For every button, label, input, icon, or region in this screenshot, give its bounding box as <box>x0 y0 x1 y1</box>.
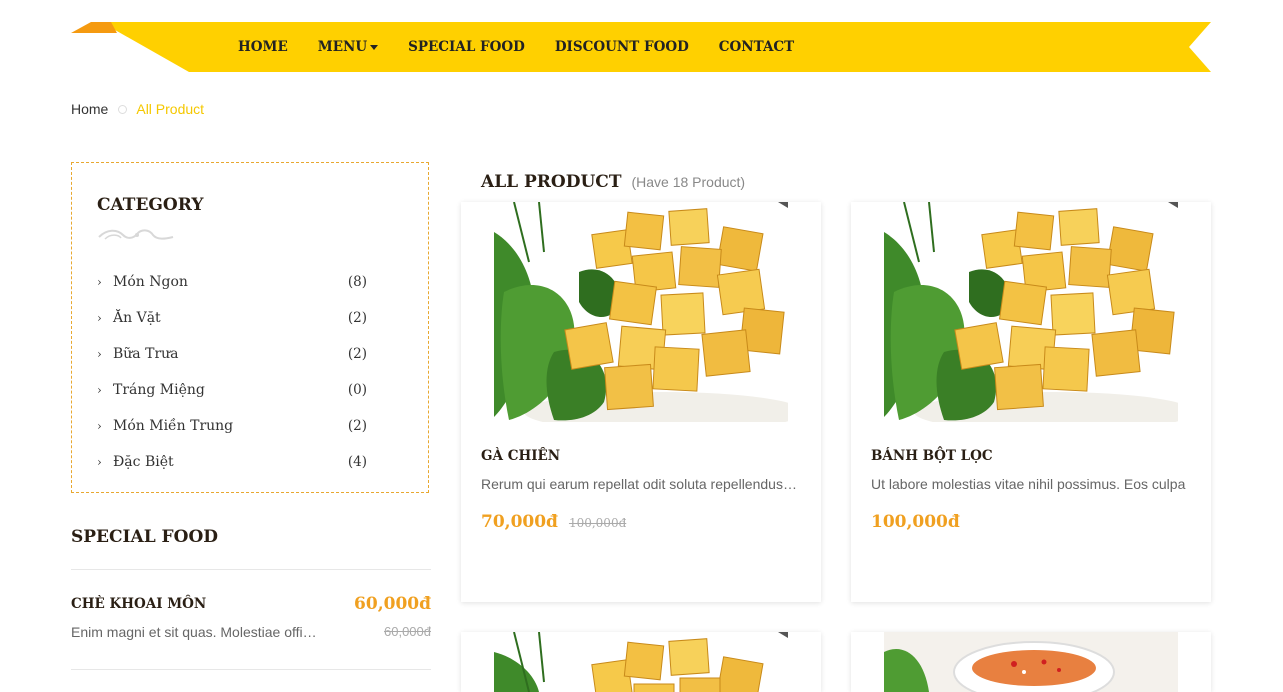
category-item-bua-trua[interactable]: › Bữa Trưa (2) <box>97 336 367 372</box>
category-count: (0) <box>347 382 367 398</box>
chevron-right-icon: › <box>97 347 102 361</box>
chevron-right-icon: › <box>97 455 102 469</box>
nav-home[interactable]: HOME <box>238 39 288 55</box>
chevron-right-icon: › <box>97 383 102 397</box>
category-item-dac-biet[interactable]: › Đặc Biệt (4) <box>97 444 367 480</box>
special-food-item-old-price: 60,000đ <box>384 624 431 639</box>
category-item-mon-mien-trung[interactable]: › Món Miền Trung (2) <box>97 408 367 444</box>
product-description: Rerum qui earum repellat odit soluta rep… <box>481 476 799 492</box>
product-card[interactable]: BÁNH BỘT LỌC Ut labore molestias vitae n… <box>851 202 1211 602</box>
product-card[interactable] <box>851 632 1211 692</box>
nav-special-food[interactable]: SPECIAL FOOD <box>408 39 525 55</box>
special-food-title: SPECIAL FOOD <box>71 527 218 547</box>
product-image-fried-tofu[interactable] <box>494 202 788 422</box>
products-count: (Have 18 Product) <box>631 174 746 190</box>
chevron-right-icon: › <box>97 311 102 325</box>
nav-discount-food[interactable]: DISCOUNT FOOD <box>555 39 689 55</box>
product-name[interactable]: BÁNH BỘT LỌC <box>871 448 993 464</box>
divider <box>71 669 431 670</box>
product-price-old: 100,000đ <box>568 516 627 530</box>
product-image-fried-tofu[interactable] <box>494 632 788 692</box>
nav-contact[interactable]: CONTACT <box>719 39 794 55</box>
category-item-an-vat[interactable]: › Ăn Vặt (2) <box>97 300 367 336</box>
breadcrumb-separator-icon <box>118 104 128 114</box>
product-description: Ut labore molestias vitae nihil possimus… <box>871 476 1186 492</box>
category-item-trang-mieng[interactable]: › Tráng Miệng (0) <box>97 372 367 408</box>
product-card[interactable]: GÀ CHIÊN Rerum qui earum repellat odit s… <box>461 202 821 602</box>
breadcrumb-home-link[interactable]: Home <box>71 101 108 117</box>
special-food-item-name[interactable]: CHÈ KHOAI MÔN <box>71 596 206 612</box>
flourish-divider-icon <box>98 229 174 240</box>
category-count: (8) <box>347 274 367 290</box>
divider <box>71 569 431 570</box>
product-price: 100,000đ <box>871 512 960 532</box>
product-card[interactable] <box>461 632 821 692</box>
category-panel: CATEGORY › Món Ngon (8) › Ăn Vặt (2) › Bữa Tr… <box>71 162 429 493</box>
category-title: CATEGORY <box>97 195 204 215</box>
product-image-dipping-sauce[interactable] <box>884 632 1178 692</box>
product-price-current: 100,000đ <box>871 512 960 532</box>
product-price-current: 70,000đ <box>481 512 558 532</box>
chevron-right-icon: › <box>97 419 102 433</box>
special-food-item-price: 60,000đ <box>354 594 431 614</box>
main-nav: HOME MENU SPECIAL FOOD DISCOUNT FOOD CON… <box>71 22 1211 72</box>
product-price: 70,000đ 100,000đ <box>481 512 626 532</box>
products-title: ALL PRODUCT <box>481 172 622 192</box>
category-count: (2) <box>347 418 367 434</box>
category-count: (2) <box>347 310 367 326</box>
breadcrumb-current: All Product <box>136 101 205 117</box>
special-food-item-desc: Enim magni et sit quas. Molestiae offici… <box>71 624 321 640</box>
product-name[interactable]: GÀ CHIÊN <box>481 448 560 464</box>
product-image-fried-tofu[interactable] <box>884 202 1178 422</box>
chevron-right-icon: › <box>97 275 102 289</box>
category-count: (2) <box>347 346 367 362</box>
products-header: ALL PRODUCT (Have 18 Product) <box>481 172 745 192</box>
category-item-mon-ngon[interactable]: › Món Ngon (8) <box>97 264 367 300</box>
caret-down-icon <box>370 45 379 50</box>
nav-menu[interactable]: MENU <box>318 39 379 55</box>
category-count: (4) <box>347 454 367 470</box>
breadcrumb: Home All Product <box>71 101 204 117</box>
